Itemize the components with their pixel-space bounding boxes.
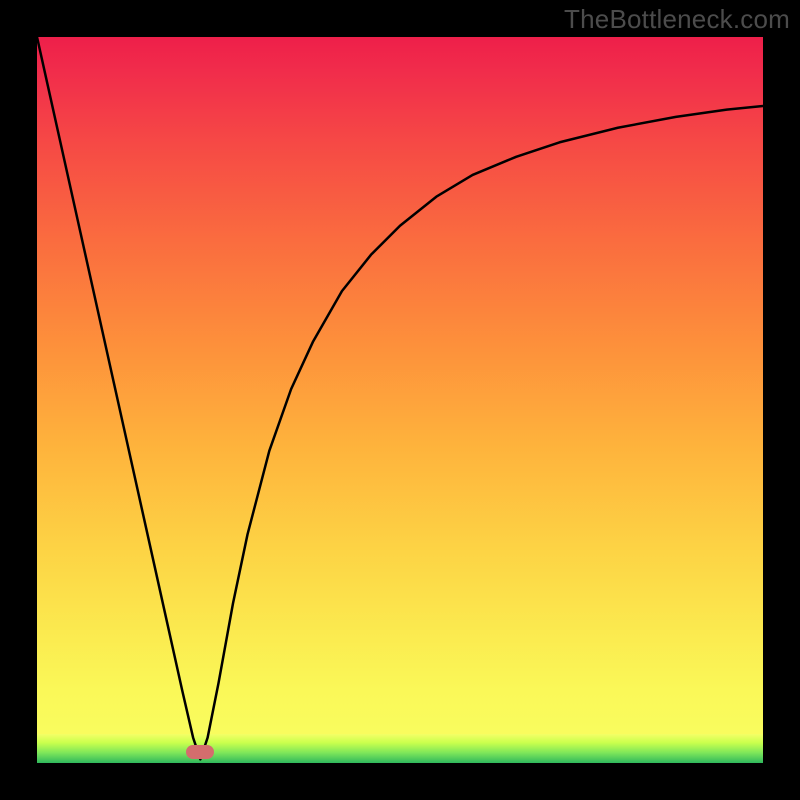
watermark-text: TheBottleneck.com [564,4,790,35]
curve-path [37,37,763,759]
bottleneck-curve [37,37,763,763]
optimum-marker [186,745,214,759]
chart-frame: TheBottleneck.com [0,0,800,800]
plot-area [37,37,763,763]
